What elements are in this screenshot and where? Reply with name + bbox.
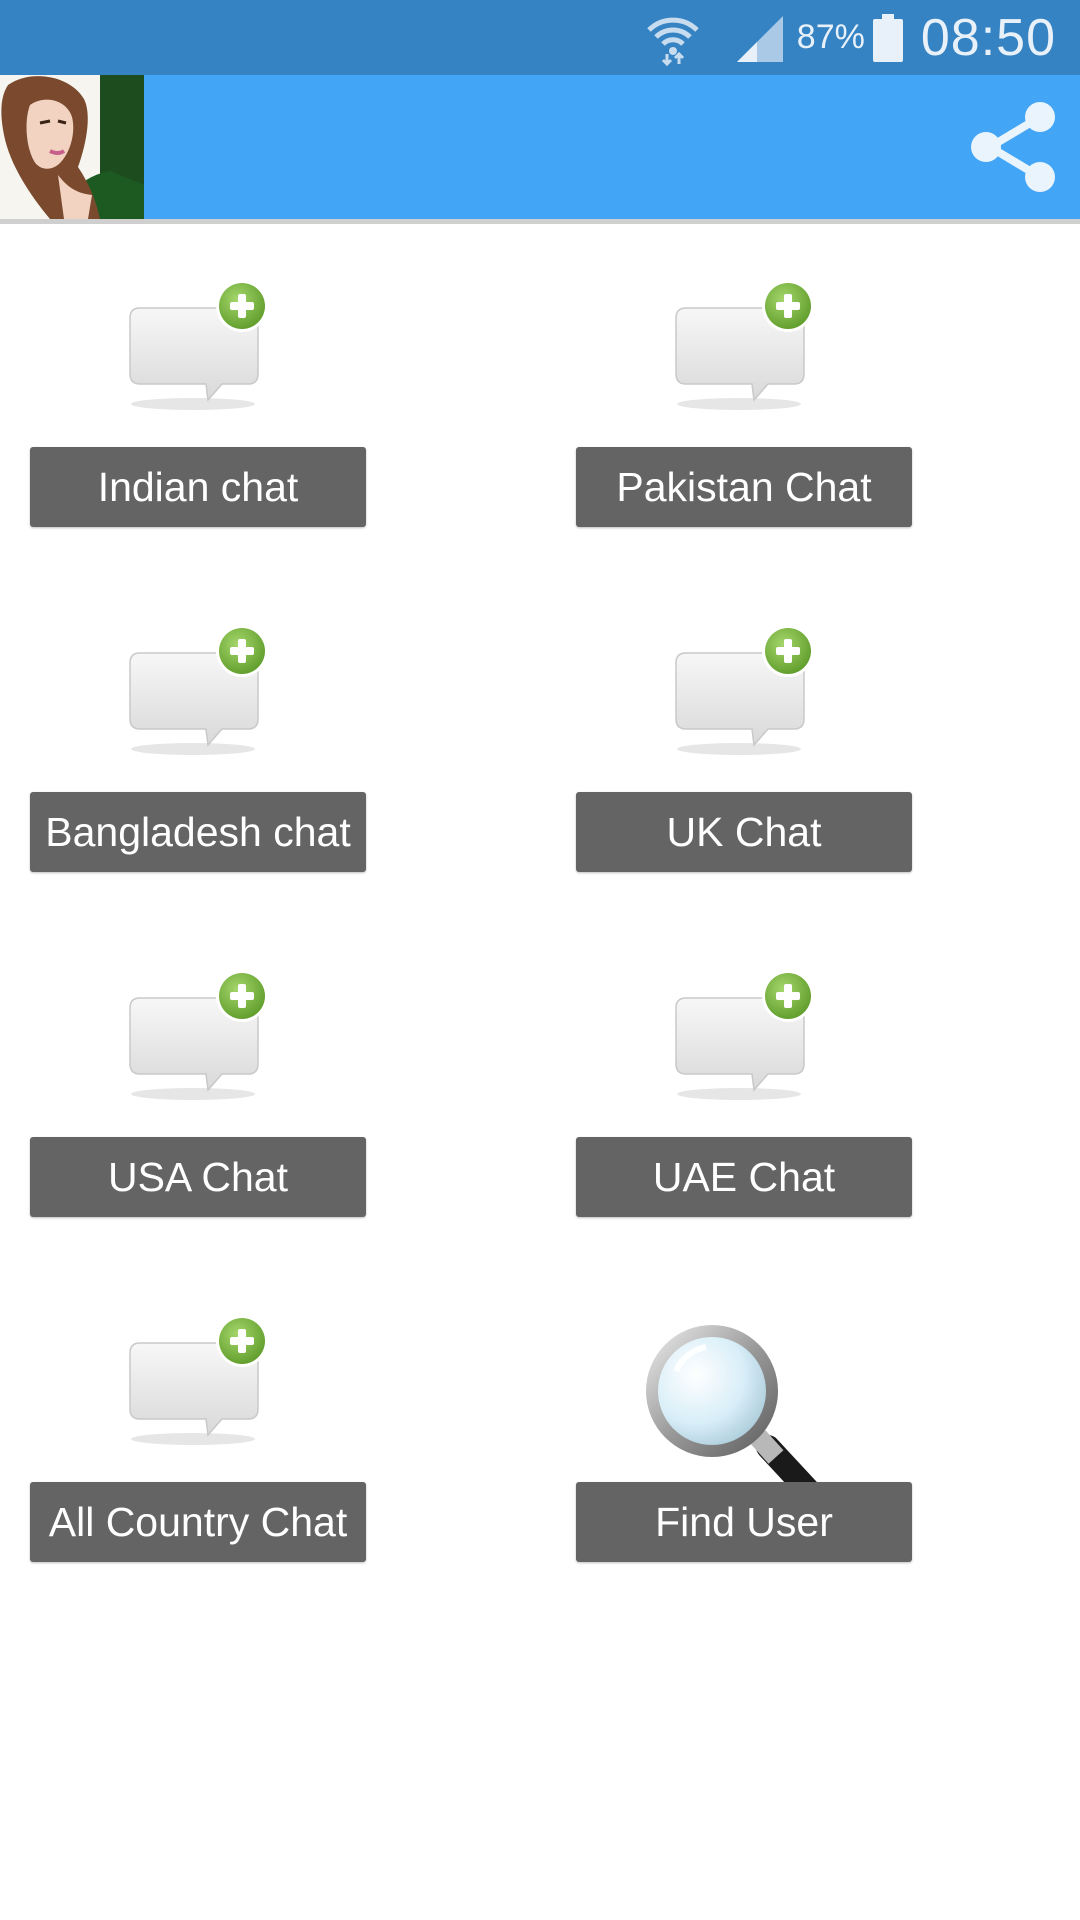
chat-grid: Indian chat Pakistan Chat Bangladesh cha… (0, 224, 1080, 1920)
tile-indian-chat: Indian chat (30, 224, 366, 527)
status-icons: 87% 08:50 (645, 0, 1056, 75)
status-bar: 87% 08:50 (0, 0, 1080, 75)
all-country-chat-button[interactable]: All Country Chat (30, 1482, 366, 1562)
chat-add-icon (664, 964, 824, 1124)
chat-add-icon (118, 274, 278, 434)
signal-icon (735, 12, 787, 64)
find-user-button[interactable]: Find User (576, 1482, 912, 1562)
chat-add-icon (664, 619, 824, 779)
user-avatar[interactable] (0, 75, 144, 219)
chat-add-icon (118, 1309, 278, 1469)
chat-add-icon (118, 619, 278, 779)
pakistan-chat-button[interactable]: Pakistan Chat (576, 447, 912, 527)
tile-uk-chat: UK Chat (576, 569, 912, 872)
indian-chat-button[interactable]: Indian chat (30, 447, 366, 527)
battery-percent: 87% (796, 18, 865, 56)
uk-chat-button[interactable]: UK Chat (576, 792, 912, 872)
usa-chat-button[interactable]: USA Chat (30, 1137, 366, 1217)
tile-find-user: Find User (576, 1259, 912, 1562)
clock: 08:50 (920, 8, 1056, 67)
uae-chat-button[interactable]: UAE Chat (576, 1137, 912, 1217)
tile-pakistan-chat: Pakistan Chat (576, 224, 912, 527)
app-bar (0, 75, 1080, 224)
share-button[interactable] (962, 97, 1062, 197)
tile-all-country-chat: All Country Chat (30, 1259, 366, 1562)
share-icon (971, 102, 1055, 192)
tile-usa-chat: USA Chat (30, 914, 366, 1217)
chat-add-icon (664, 274, 824, 434)
wifi-icon (645, 10, 701, 66)
battery-icon (872, 13, 903, 62)
tile-bangladesh-chat: Bangladesh chat (30, 569, 366, 872)
tile-uae-chat: UAE Chat (576, 914, 912, 1217)
chat-add-icon (118, 964, 278, 1124)
bangladesh-chat-button[interactable]: Bangladesh chat (30, 792, 366, 872)
